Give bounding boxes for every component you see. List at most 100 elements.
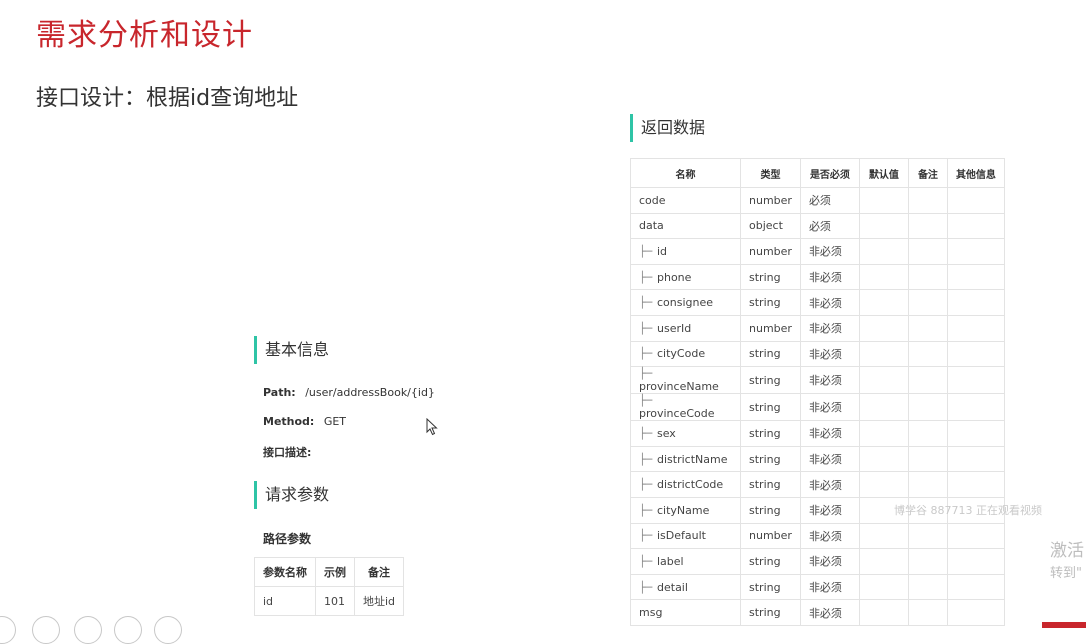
toolbar-button-icon[interactable] — [154, 616, 182, 644]
field-name-text: data — [639, 219, 664, 233]
toolbar-button-icon[interactable] — [0, 616, 16, 644]
table-row: ├─provinceCode string 非必须 — [630, 393, 1005, 422]
field-extra — [946, 314, 1005, 342]
field-note — [907, 420, 948, 447]
tree-indent-icon: ├─ — [639, 347, 653, 361]
table-row: ├─ cityCode string 非必须 — [630, 340, 1005, 368]
tree-indent-icon: ├─ — [639, 580, 653, 594]
field-extra — [946, 340, 1005, 368]
tree-indent-icon: ├─ — [639, 367, 653, 381]
player-toolbar — [0, 612, 200, 644]
field-extra — [946, 522, 1005, 550]
field-extra — [946, 366, 1005, 395]
table-row: ├─ districtName string 非必须 — [630, 445, 1005, 473]
description-label: 接口描述: — [263, 446, 312, 459]
field-name-text: userId — [657, 321, 692, 335]
field-extra — [946, 238, 1005, 265]
field-required: 非必须 — [799, 471, 860, 498]
field-required: 非必须 — [799, 289, 860, 316]
field-name-text: msg — [639, 606, 663, 620]
field-default — [858, 263, 909, 291]
field-name-text: sex — [657, 426, 676, 440]
field-type: number — [740, 238, 801, 265]
field-extra — [946, 599, 1005, 626]
table-row: ├─ phone string 非必须 — [630, 263, 1005, 291]
tree-indent-icon: ├─ — [639, 394, 653, 408]
field-note — [907, 599, 948, 626]
field-name: ├─ cityCode — [630, 340, 741, 368]
field-type: string — [740, 420, 801, 447]
field-type: string — [740, 599, 801, 626]
field-default — [858, 393, 909, 422]
field-name: ├─ isDefault — [630, 522, 741, 550]
field-default — [858, 522, 909, 550]
field-type: string — [740, 496, 801, 524]
field-name: ├─ sex — [630, 420, 741, 447]
field-required: 必须 — [799, 212, 860, 240]
table-row: ├─ detail string 非必须 — [630, 573, 1005, 601]
field-name: ├─provinceCode — [630, 393, 741, 422]
field-extra — [946, 420, 1005, 447]
field-name: ├─ label — [630, 548, 741, 575]
field-extra — [946, 263, 1005, 291]
field-required: 非必须 — [799, 314, 860, 342]
table-row: ├─provinceName string 非必须 — [630, 366, 1005, 395]
field-name-text: districtCode — [657, 478, 724, 492]
mouse-cursor-icon — [426, 418, 438, 436]
field-default — [858, 212, 909, 240]
field-name: ├─ districtName — [630, 445, 741, 473]
field-extra — [946, 471, 1005, 498]
field-required: 非必须 — [799, 496, 860, 524]
field-name-text: provinceName — [639, 380, 719, 394]
table-row: code number 必须 — [630, 187, 1005, 214]
field-note — [907, 340, 948, 368]
tree-indent-icon: ├─ — [639, 244, 653, 258]
tree-indent-icon: ├─ — [639, 321, 653, 335]
field-name-text: isDefault — [657, 529, 706, 543]
tree-indent-icon: ├─ — [639, 478, 653, 492]
table-row: ├─ label string 非必须 — [630, 548, 1005, 575]
field-type: string — [740, 548, 801, 575]
field-type: string — [740, 445, 801, 473]
field-default — [858, 366, 909, 395]
field-note — [907, 263, 948, 291]
tree-indent-icon: ├─ — [639, 426, 653, 440]
toolbar-button-icon[interactable] — [74, 616, 102, 644]
field-name: ├─ phone — [630, 263, 741, 291]
video-watermark: 博学谷 887713 正在观看视频 — [894, 504, 1042, 517]
field-required: 非必须 — [799, 522, 860, 550]
field-note — [907, 314, 948, 342]
column-header: 参数名称 — [254, 557, 316, 587]
field-type: number — [740, 187, 801, 214]
field-note — [907, 187, 948, 214]
field-default — [858, 187, 909, 214]
method-row: Method: GET — [263, 415, 346, 428]
field-required: 非必须 — [799, 393, 860, 422]
column-header: 是否必须 — [799, 158, 860, 188]
tree-indent-icon: ├─ — [639, 296, 653, 310]
field-default — [858, 445, 909, 473]
column-header: 名称 — [630, 158, 741, 188]
field-name: code — [630, 187, 741, 214]
activate-windows-subtext: 转到" — [1050, 566, 1082, 581]
field-name-text: cityCode — [657, 347, 706, 361]
field-name-text: phone — [657, 270, 692, 284]
path-params-label: 路径参数 — [263, 532, 312, 546]
column-header: 默认值 — [858, 158, 909, 188]
path-row: Path: /user/addressBook/{id} — [263, 386, 435, 399]
field-default — [858, 238, 909, 265]
field-name-text: provinceCode — [639, 407, 715, 421]
path-label: Path: — [263, 386, 296, 399]
field-required: 非必须 — [799, 340, 860, 368]
toolbar-button-icon[interactable] — [114, 616, 142, 644]
field-name: ├─ id — [630, 238, 741, 265]
table-row: ├─ id number 非必须 — [630, 238, 1005, 265]
field-note — [907, 393, 948, 422]
column-header: 示例 — [315, 557, 355, 587]
toolbar-button-icon[interactable] — [32, 616, 60, 644]
field-default — [858, 471, 909, 498]
field-type: object — [740, 212, 801, 240]
table-row: ├─ userId number 非必须 — [630, 314, 1005, 342]
field-note — [907, 366, 948, 395]
response-heading: 返回数据 — [630, 114, 705, 142]
